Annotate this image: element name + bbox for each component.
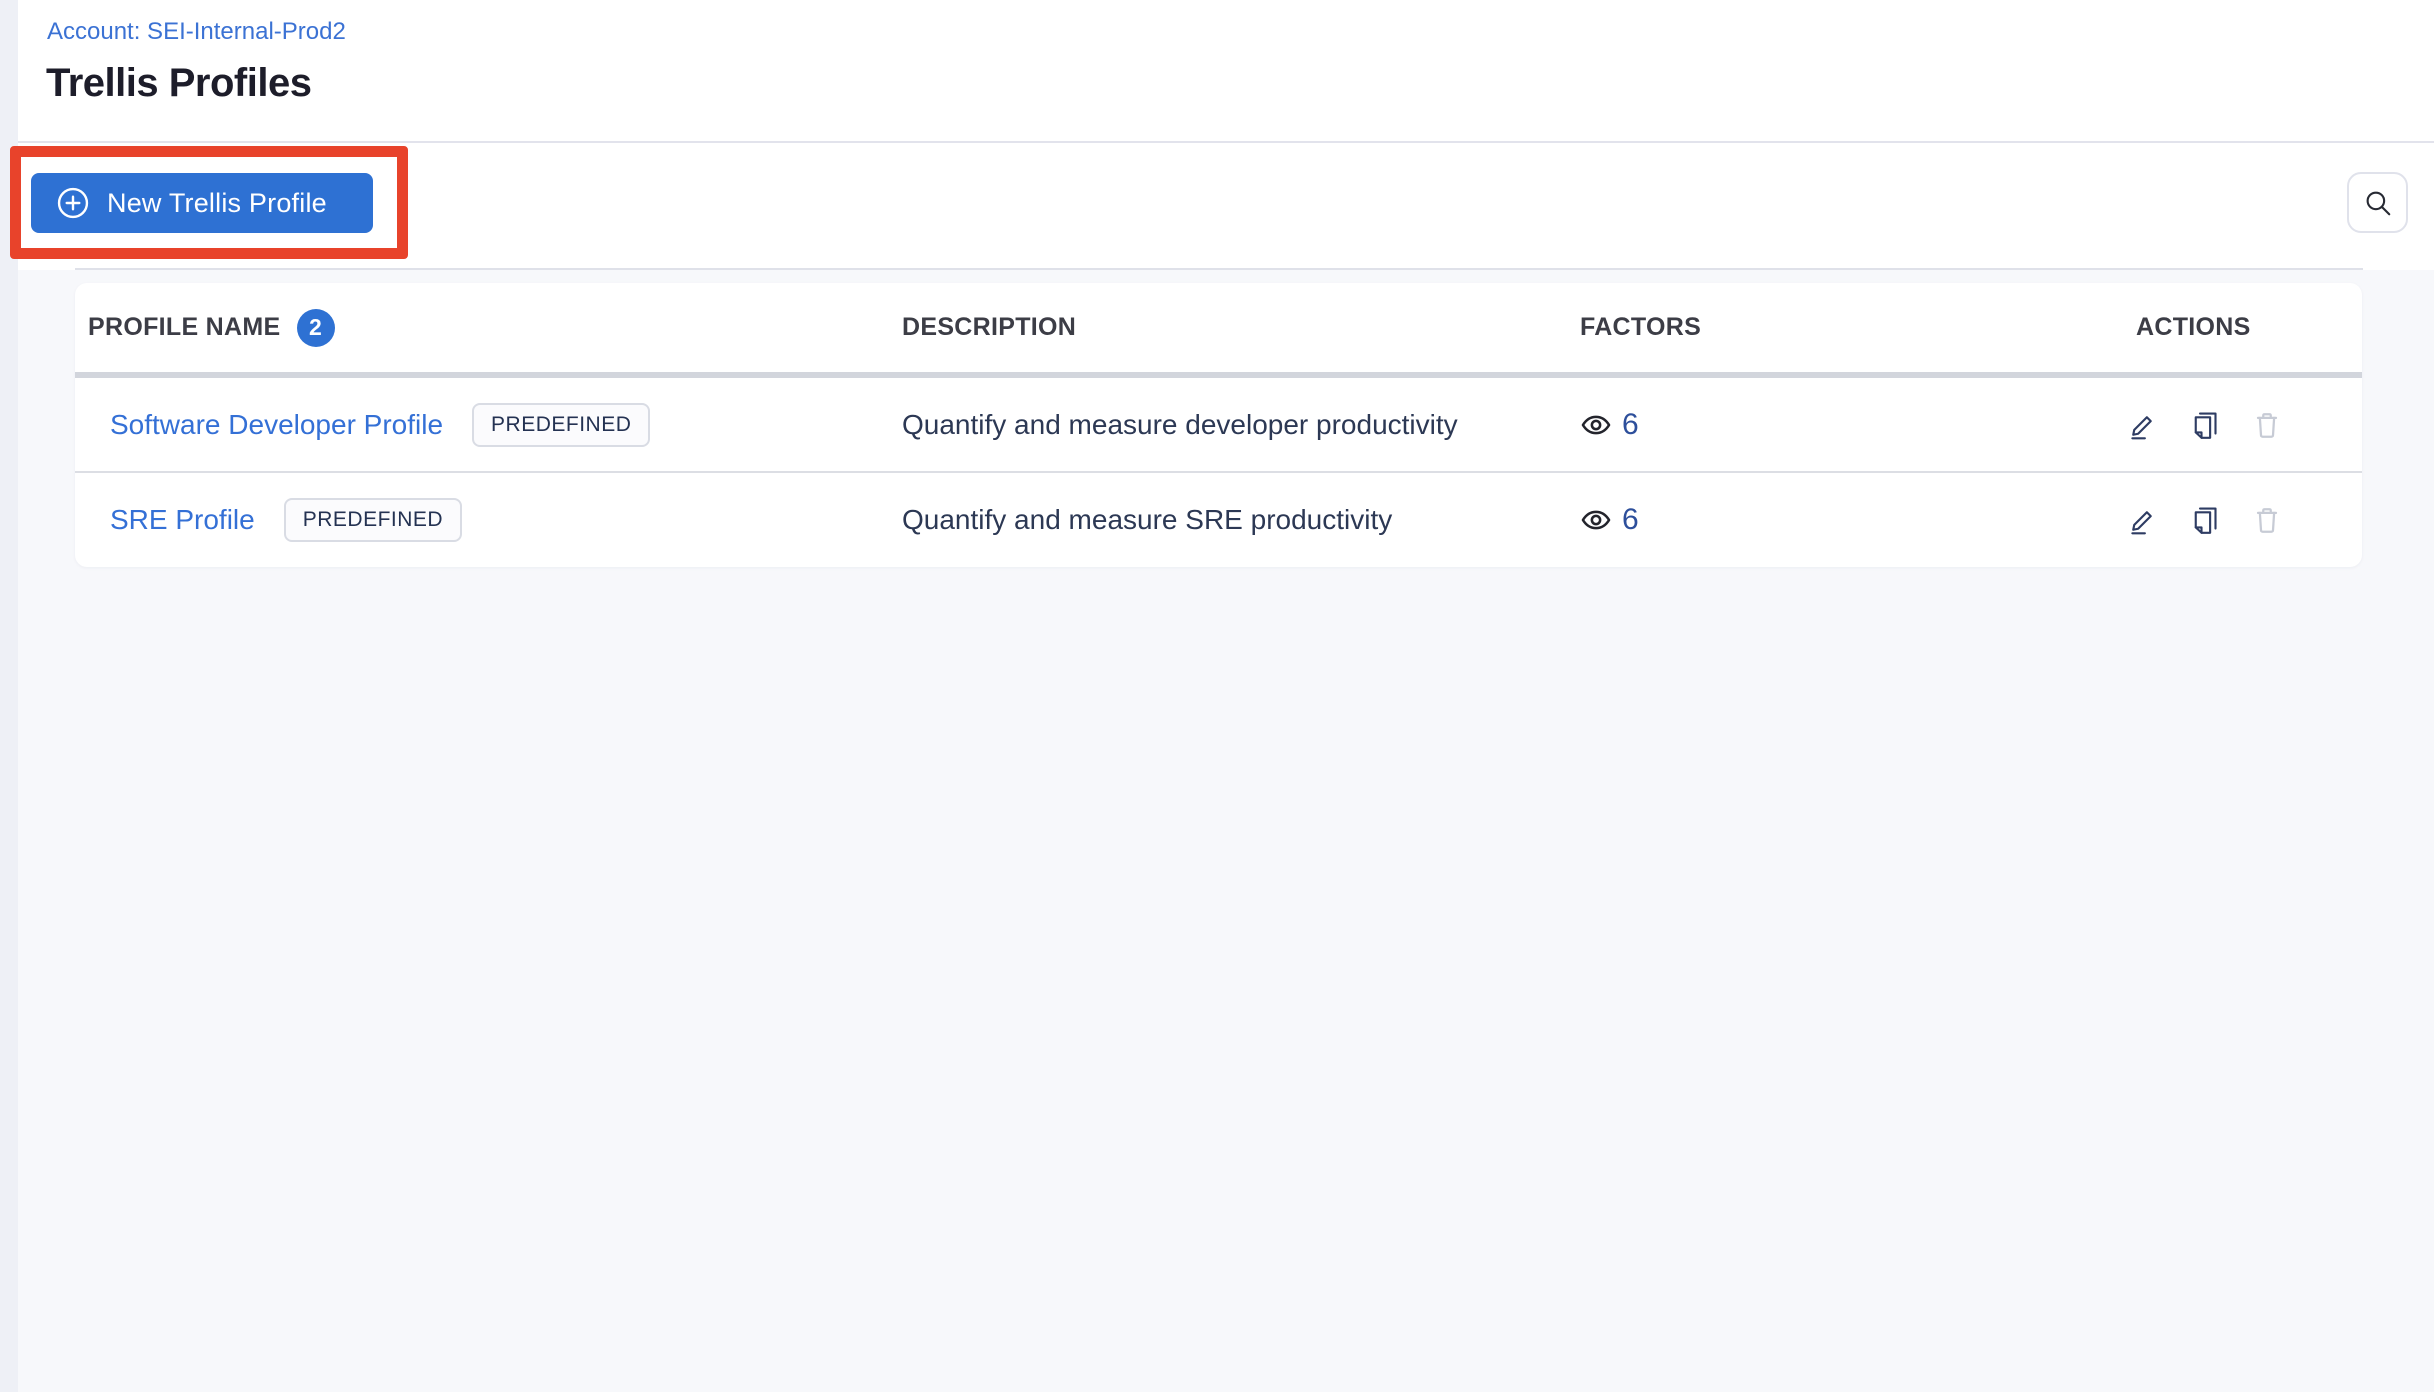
copy-icon[interactable] <box>2190 505 2220 535</box>
plus-circle-icon <box>57 187 89 219</box>
profile-description: Quantify and measure SRE productivity <box>902 503 1393 535</box>
actions-cell <box>2128 505 2362 535</box>
profiles-table: PROFILE NAME 2 DESCRIPTION FACTORS ACTIO… <box>75 283 2362 567</box>
new-trellis-profile-label: New Trellis Profile <box>107 187 327 218</box>
profile-link-software-developer[interactable]: Software Developer Profile <box>110 409 443 441</box>
actions-cell <box>2128 410 2362 440</box>
column-header-profile-name: PROFILE NAME 2 <box>75 308 902 347</box>
page-title: Trellis Profiles <box>46 61 312 105</box>
factors-cell: 6 <box>1580 503 2128 537</box>
predefined-tag: PREDEFINED <box>472 402 651 447</box>
column-header-description: DESCRIPTION <box>902 313 1077 341</box>
trellis-profiles-page: Account: SEI-Internal-Prod2 Trellis Prof… <box>0 0 2434 1392</box>
copy-icon[interactable] <box>2190 410 2220 440</box>
delete-icon[interactable] <box>2252 505 2282 535</box>
profile-name-cell: Software Developer Profile PREDEFINED <box>75 402 902 447</box>
profile-description: Quantify and measure developer productiv… <box>902 408 1458 440</box>
table-header-row: PROFILE NAME 2 DESCRIPTION FACTORS ACTIO… <box>75 283 2362 372</box>
profile-name-cell: SRE Profile PREDEFINED <box>75 497 902 542</box>
new-trellis-profile-button[interactable]: New Trellis Profile <box>31 173 373 233</box>
column-header-factors: FACTORS <box>1580 313 1702 341</box>
header-divider <box>0 141 2434 143</box>
column-header-actions: ACTIONS <box>2136 313 2251 341</box>
delete-icon[interactable] <box>2252 410 2282 440</box>
table-row: Software Developer Profile PREDEFINED Qu… <box>75 378 2362 471</box>
search-button[interactable] <box>2347 172 2408 233</box>
table-row: SRE Profile PREDEFINED Quantify and meas… <box>75 473 2362 566</box>
toolbar-divider <box>75 268 2363 270</box>
edit-icon[interactable] <box>2128 410 2158 440</box>
profile-name-header-label: PROFILE NAME <box>88 313 281 341</box>
profile-link-sre[interactable]: SRE Profile <box>110 504 255 536</box>
search-icon <box>2363 188 2393 218</box>
predefined-tag: PREDEFINED <box>283 497 463 542</box>
breadcrumb[interactable]: Account: SEI-Internal-Prod2 <box>47 16 346 48</box>
row-count-badge: 2 <box>296 308 335 347</box>
sidebar-edge-strip <box>0 0 18 1392</box>
edit-icon[interactable] <box>2128 505 2158 535</box>
factors-cell: 6 <box>1580 408 2128 442</box>
eye-icon <box>1580 409 1612 441</box>
eye-icon <box>1580 504 1612 536</box>
factor-count: 6 <box>1622 502 1639 536</box>
factor-count: 6 <box>1622 407 1639 441</box>
